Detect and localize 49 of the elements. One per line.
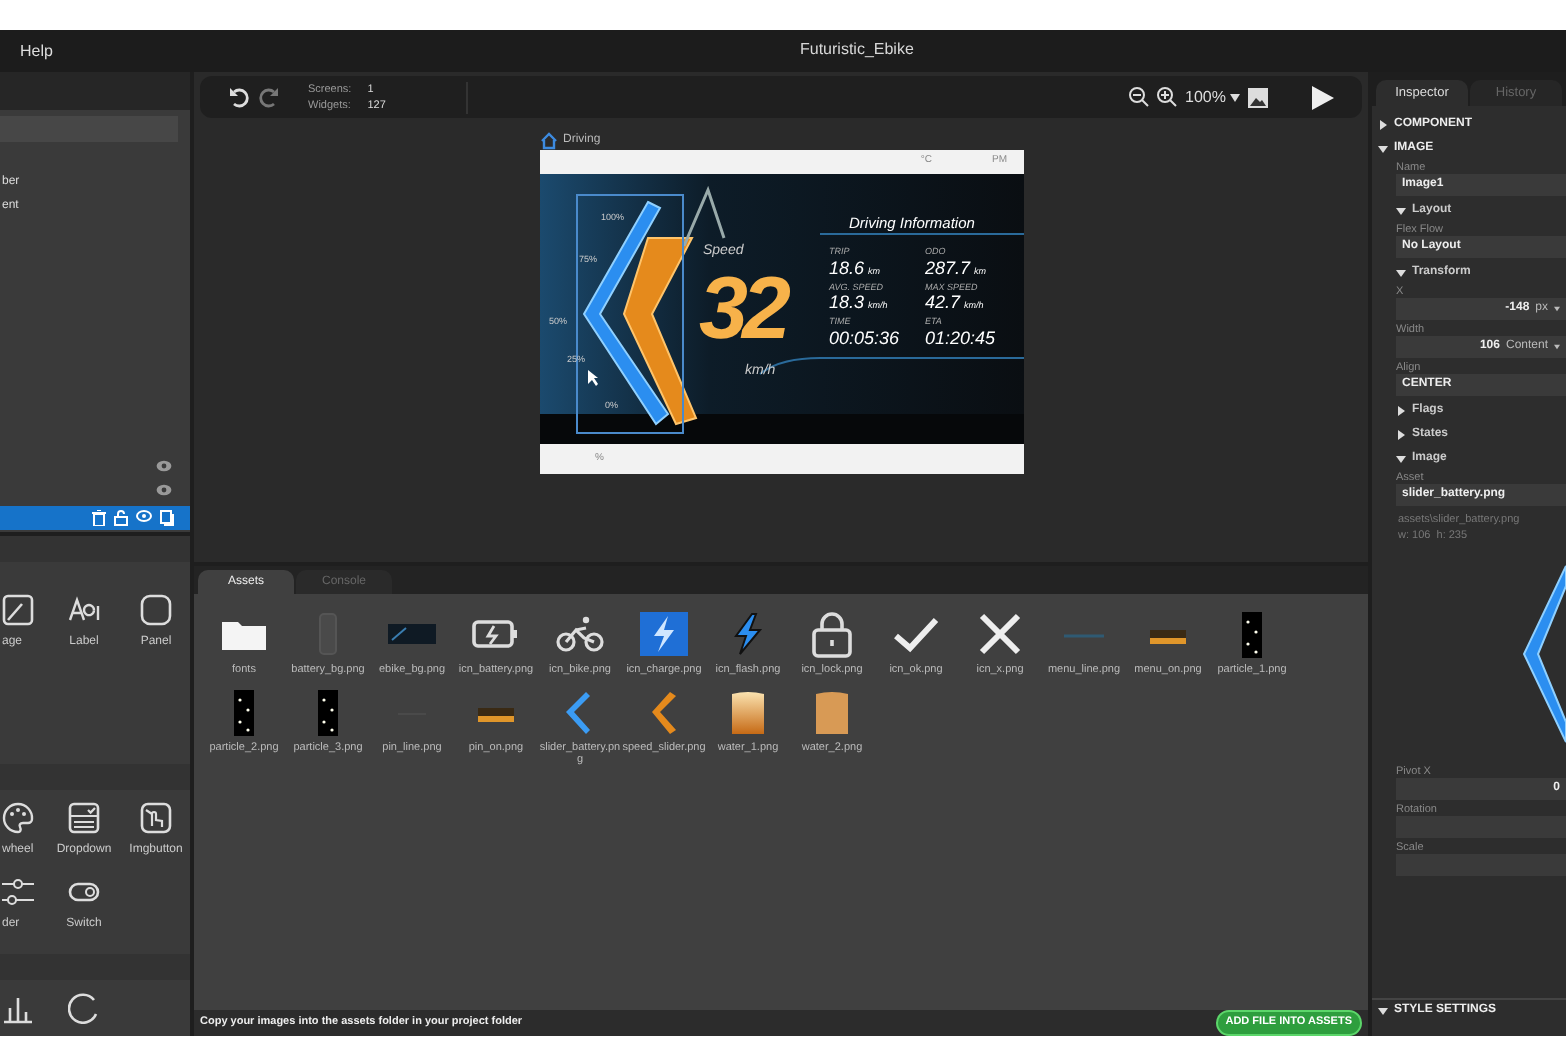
text-icon [68, 594, 100, 626]
palette-icon [2, 802, 34, 834]
expand-arrow-icon[interactable] [1396, 405, 1406, 415]
image-icon [2, 594, 34, 626]
stat-value: 00:05:36 [829, 329, 900, 347]
lock-icon [806, 610, 858, 662]
eye-icon[interactable] [156, 460, 172, 472]
speed-value: 32 [699, 266, 785, 354]
slider-icon [2, 876, 34, 908]
zoom-out-icon[interactable] [1127, 86, 1150, 108]
caret-icon [1554, 306, 1560, 312]
trash-icon[interactable] [92, 510, 106, 526]
stat-value: 42.7 [925, 294, 961, 312]
expand-arrow-icon[interactable] [1396, 429, 1406, 439]
menu-item[interactable]: Help [20, 39, 53, 63]
lightning-icon [638, 610, 690, 662]
expand-arrow-icon[interactable] [1378, 143, 1388, 153]
cursor-icon [587, 370, 597, 386]
eye-icon[interactable] [156, 484, 172, 496]
layer-row[interactable] [0, 506, 190, 530]
speed-slider-drawing[interactable] [619, 234, 699, 426]
dropdown-icon [68, 802, 100, 834]
hand-icon [140, 802, 172, 834]
caret-icon [1230, 93, 1240, 101]
play-icon[interactable] [1312, 85, 1334, 109]
stat-value: 01:20:45 [925, 329, 996, 347]
zoom-in-icon[interactable] [1155, 86, 1178, 108]
copy-icon[interactable] [160, 510, 174, 526]
image-icon[interactable] [1248, 87, 1268, 107]
spinner-icon [68, 992, 100, 1024]
expand-arrow-icon[interactable] [1396, 267, 1406, 277]
window-title: Futuristic_Ebike [800, 38, 914, 62]
stat-value: 287.7 [925, 259, 971, 277]
expand-arrow-icon[interactable] [1378, 119, 1388, 129]
home-icon [539, 131, 557, 149]
panel-icon [140, 594, 172, 626]
line-thumbnail [1058, 632, 1110, 640]
stat-value: 18.6 [829, 259, 865, 277]
zoom-dropdown[interactable]: 100% [1185, 85, 1240, 109]
stat-value: 18.3 [829, 294, 865, 312]
redo-icon[interactable] [256, 85, 280, 109]
expand-arrow-icon[interactable] [1396, 453, 1406, 463]
caret-icon [1554, 344, 1560, 350]
undo-icon[interactable] [228, 85, 252, 109]
bar-chart-icon [2, 992, 34, 1024]
lock-icon[interactable] [114, 510, 128, 526]
expand-arrow-icon[interactable] [1378, 1006, 1388, 1016]
expand-arrow-icon[interactable] [1396, 205, 1406, 215]
eye-icon[interactable] [136, 510, 152, 522]
